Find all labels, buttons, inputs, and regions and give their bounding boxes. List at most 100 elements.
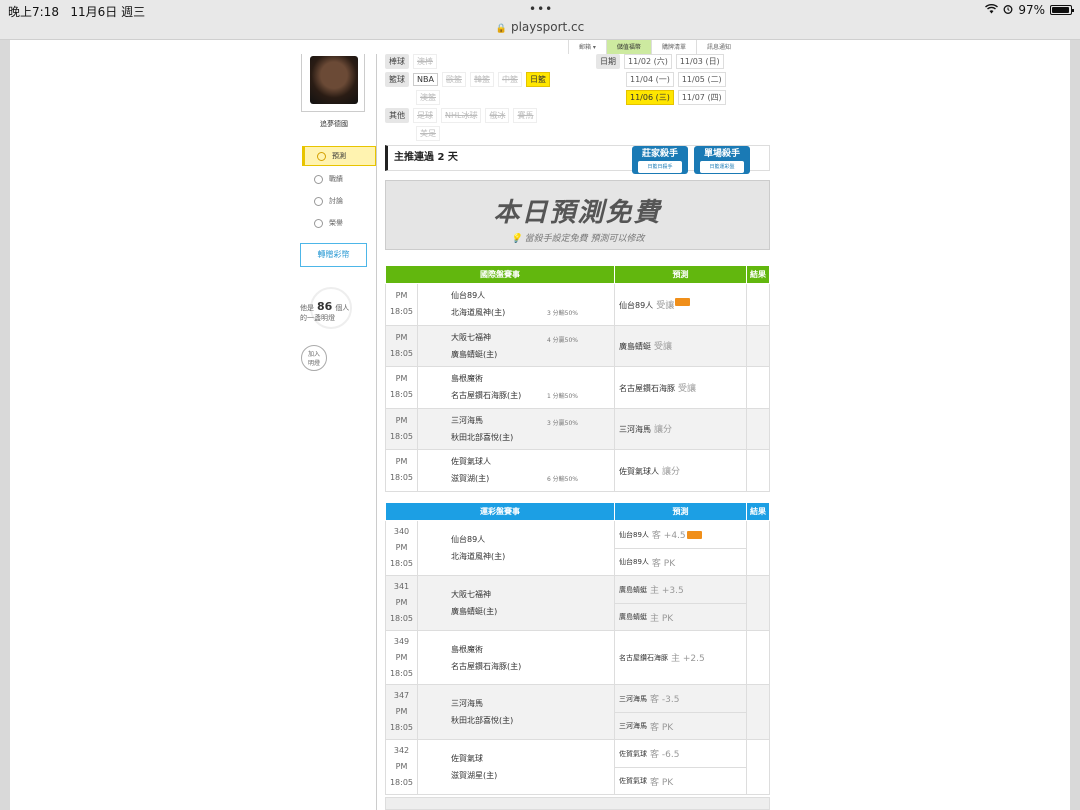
filter-option[interactable]: 歐籃 bbox=[441, 72, 466, 87]
killer-sub: 日籃日殺手 bbox=[638, 161, 682, 173]
filter-option[interactable]: 足球 bbox=[413, 108, 437, 123]
filter-option-selected[interactable]: 日籃 bbox=[525, 72, 550, 87]
match-time: 342 PM 18:05 bbox=[385, 739, 418, 795]
col-header-pred: 預測 bbox=[614, 265, 747, 284]
table-row: PM 18:05 三河海馬 秋田北部喜悅(主) 3 分贏50% 三河海馬 讓分 bbox=[385, 407, 770, 450]
tab-dots-icon[interactable]: ••• bbox=[529, 2, 553, 16]
sidebar-item-discuss[interactable]: 討論 bbox=[302, 193, 376, 209]
filter-option[interactable]: 澳籃 bbox=[416, 90, 440, 105]
hot-badge-icon bbox=[686, 530, 702, 539]
status-time-date: 晚上7:18 11月6日 週三 bbox=[8, 3, 145, 20]
status-indicators: 97% bbox=[985, 3, 1074, 17]
filter-option[interactable]: 中籃 bbox=[497, 72, 522, 87]
date-row-3: 11/06 (三) 11/07 (四) bbox=[626, 90, 726, 105]
prediction-cell: 廣島蜻蜓主 +3.5 廣島蜻蜓主 PK bbox=[614, 575, 747, 631]
filter-option[interactable]: NHL冰球 bbox=[441, 108, 482, 123]
prediction-type: 受讓 bbox=[654, 342, 673, 353]
sidebar-item-label: 討論 bbox=[329, 197, 343, 205]
filter-option[interactable]: 澳棒 bbox=[413, 54, 437, 69]
url-text: playsport.cc bbox=[510, 20, 585, 34]
team-away: 島根魔術 bbox=[451, 644, 483, 654]
match-teams: 島根魔術 名古屋鑽石海豚(主) bbox=[417, 630, 615, 685]
match-teams: 三河海馬 秋田北部喜悅(主) bbox=[417, 684, 615, 740]
prediction-team: 三河海馬 bbox=[619, 722, 647, 730]
col-header-match: 國際盤賽事 bbox=[385, 265, 615, 284]
header-nav-mail[interactable]: 郵箱 ▾ bbox=[568, 40, 606, 54]
date-option[interactable]: 11/05 (二) bbox=[677, 72, 726, 87]
transfer-coins-button[interactable]: 轉贈彩幣 bbox=[300, 243, 367, 267]
game-number: 340 bbox=[393, 527, 410, 536]
filter-basketball: 籃球 NBA 歐籃 韓籃 中籃 日籃 bbox=[385, 72, 550, 87]
match-teams: 佐賀氣球 滋賀湖星(主) bbox=[417, 739, 615, 795]
join-lamp-button[interactable]: 加入 明燈 bbox=[301, 345, 327, 371]
lock-icon: 🔒 bbox=[495, 24, 507, 34]
filter-option[interactable]: 韓籃 bbox=[469, 72, 494, 87]
date-option-selected[interactable]: 11/06 (三) bbox=[626, 90, 674, 105]
filter-option[interactable]: 俄冰 bbox=[485, 108, 510, 123]
prediction-line: 三河海馬客 PK bbox=[615, 712, 746, 739]
header-nav-purchases[interactable]: 購牌清單 bbox=[650, 40, 696, 54]
avatar[interactable] bbox=[310, 56, 358, 104]
team-home: 廣島蜻蜓(主) bbox=[451, 607, 498, 616]
prediction-line: 廣島蜻蜓主 +3.5 bbox=[615, 576, 746, 603]
match-time: 341 PM 18:05 bbox=[385, 575, 418, 631]
match-time: PM 18:05 bbox=[385, 407, 418, 450]
handicap-odds: 6 分輸50% bbox=[546, 476, 578, 483]
team-home: 滋賀湖星(主) bbox=[451, 771, 498, 780]
date-row-1: 日期 11/02 (六) 11/03 (日) bbox=[596, 54, 724, 69]
filter-option[interactable]: 賽馬 bbox=[513, 108, 538, 123]
chat-icon bbox=[314, 196, 323, 206]
sidebar-divider bbox=[376, 54, 377, 810]
badge-dealer-killer[interactable]: 莊家殺手 日籃日殺手 bbox=[632, 146, 688, 174]
url-bar[interactable]: 🔒 playsport.cc bbox=[0, 20, 1080, 34]
prediction-cell: 名古屋鑽石海豚主 +2.5 bbox=[614, 630, 747, 685]
prediction-line: 佐賀氣球客 -6.5 bbox=[615, 740, 746, 767]
team-home: 秋田北部喜悅(主) bbox=[451, 716, 514, 725]
date-option[interactable]: 11/03 (日) bbox=[675, 54, 724, 69]
filter-option[interactable]: 美足 bbox=[416, 126, 440, 141]
prediction-team: 佐賀氣球 bbox=[619, 777, 647, 785]
prediction-handicap: 主 +3.5 bbox=[650, 586, 684, 596]
username[interactable]: 追夢德國 bbox=[300, 119, 368, 129]
table-row: 349 PM 18:05 島根魔術 名古屋鑽石海豚(主) 名古屋鑽石海豚主 +2.5 bbox=[385, 630, 770, 685]
sidebar-item-honor[interactable]: 榮譽 bbox=[302, 215, 376, 231]
prediction-handicap: 客 PK bbox=[650, 722, 674, 733]
filter-option[interactable]: NBA bbox=[413, 73, 438, 86]
col-header-match: 運彩盤賽事 bbox=[385, 502, 615, 521]
team-away: 佐賀氣球人 bbox=[451, 457, 491, 467]
match-clock: 18:05 bbox=[389, 390, 414, 400]
team-away: 大阪七福神 bbox=[451, 332, 491, 342]
date-label: 日期 bbox=[596, 54, 620, 69]
join-label-1: 加入 bbox=[307, 351, 320, 358]
prediction-cell: 三河海馬客 -3.5 三河海馬客 PK bbox=[614, 684, 747, 740]
game-number: 347 bbox=[393, 691, 410, 700]
header-nav-notifications[interactable]: 訊息通知 bbox=[695, 40, 741, 54]
prediction-team: 三河海馬 bbox=[619, 425, 651, 435]
prediction-cell: 三河海馬 讓分 bbox=[614, 407, 747, 450]
badge-single-killer[interactable]: 單場殺手 日籃運彩盤 bbox=[694, 146, 750, 174]
table-row: PM 18:05 大阪七福神 廣島蜻蜓(主) 4 分贏50% 廣島蜻蜓 受讓 bbox=[385, 324, 770, 367]
team-away: 島根魔術 bbox=[451, 374, 483, 384]
match-period: PM bbox=[395, 652, 408, 662]
sidebar-item-record[interactable]: 戰績 bbox=[302, 171, 376, 187]
date-option[interactable]: 11/04 (一) bbox=[626, 72, 674, 87]
prediction-handicap: 客 +4.5 bbox=[651, 531, 686, 541]
browser-top-bar: 晚上7:18 11月6日 週三 ••• 97% 🔒 playsport.cc bbox=[0, 0, 1080, 40]
match-clock: 18:05 bbox=[389, 348, 414, 358]
sidebar-item-predict[interactable]: 預測 bbox=[302, 146, 376, 166]
date-option[interactable]: 11/02 (六) bbox=[624, 54, 672, 69]
team-away: 仙台89人 bbox=[451, 535, 486, 544]
date-option[interactable]: 11/07 (四) bbox=[677, 90, 726, 105]
match-clock: 18:05 bbox=[389, 778, 414, 787]
prediction-team: 廣島蜻蜓 bbox=[619, 585, 647, 594]
table-row: 341 PM 18:05 大阪七福神 廣島蜻蜓(主) 廣島蜻蜓主 +3.5 廣島蜻蜓主 PK bbox=[385, 575, 770, 631]
match-time: PM 18:05 bbox=[385, 283, 418, 326]
match-clock: 18:05 bbox=[389, 559, 414, 568]
header-nav-deposit[interactable]: 儲值福幣 bbox=[605, 40, 651, 54]
table-row: PM 18:05 仙台89人 北海道風神(主) 3 分輸50% 仙台89人 受讓 bbox=[385, 283, 770, 326]
fans-prefix: 他是 bbox=[300, 304, 314, 312]
bottom-section-edge bbox=[385, 797, 770, 810]
avatar-frame bbox=[301, 54, 365, 112]
table-header-row: 運彩盤賽事 預測 結果 bbox=[385, 502, 770, 521]
table-row: 342 PM 18:05 佐賀氣球 滋賀湖星(主) 佐賀氣球客 -6.5 佐賀氣球客 PK bbox=[385, 739, 770, 795]
